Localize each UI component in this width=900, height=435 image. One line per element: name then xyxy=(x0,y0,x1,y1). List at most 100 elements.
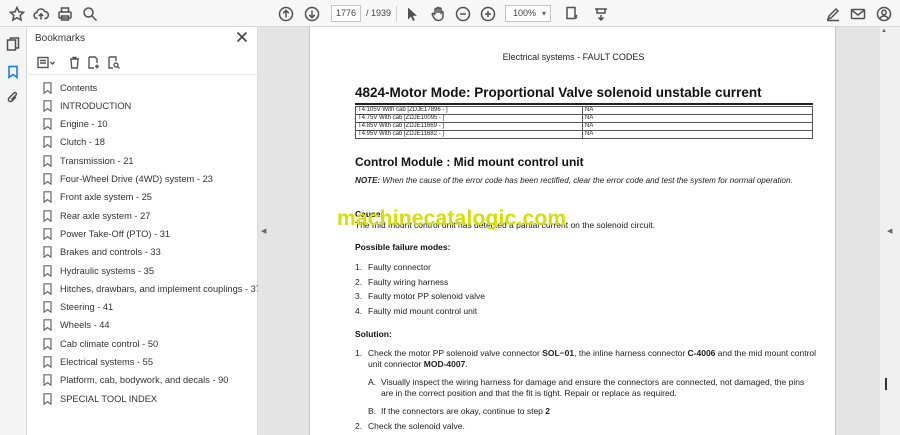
panel-splitter[interactable]: ◀ xyxy=(258,27,272,435)
bookmark-item[interactable]: Clutch - 18 xyxy=(43,134,105,151)
model-table: T4.105V With cab [ZDJE17896 - ] NA T4.75V… xyxy=(355,106,813,139)
page-fit-icon[interactable] xyxy=(562,4,582,23)
bookmark-label: INTRODUCTION xyxy=(60,100,132,111)
expand-right-icon[interactable]: ◀ xyxy=(887,227,892,235)
step-text: If the connectors are okay, continue to … xyxy=(381,406,818,417)
bookmark-label: Hydraulic systems - 35 xyxy=(60,265,155,276)
bookmark-icon xyxy=(43,118,52,131)
document-viewport[interactable]: Electrical systems - FAULT CODES 4824-Mo… xyxy=(272,27,880,435)
step-text: Check the solenoid valve. xyxy=(368,421,465,431)
bookmark-item[interactable]: Rear axle system - 27 xyxy=(43,207,150,224)
table-row: T4.105V With cab [ZDJE17896 - ] NA xyxy=(355,106,813,115)
table-row: T4.95V With cab [ZDJE11682 - ] NA xyxy=(355,130,813,139)
bookmark-item[interactable]: Electrical systems - 55 xyxy=(43,354,153,371)
bookmark-icon xyxy=(43,136,52,149)
note-label: NOTE: xyxy=(355,176,381,185)
bookmark-icon xyxy=(43,337,52,351)
model-cell: T4.105V With cab [ZDJE17896 - ] xyxy=(355,106,583,115)
bookmark-item[interactable]: Wheels - 44 xyxy=(43,317,110,334)
star-icon[interactable] xyxy=(7,4,27,23)
step-text: Check the motor PP solenoid valve connec… xyxy=(368,348,817,370)
bookmark-icon xyxy=(43,99,52,113)
bookmark-label: Steering - 41 xyxy=(60,302,114,313)
page-up-icon[interactable] xyxy=(276,4,296,23)
step-text-part: If the connectors are okay, continue to … xyxy=(381,406,546,416)
solution-substep: B. If the connectors are okay, continue … xyxy=(368,406,818,417)
title-rule xyxy=(355,103,813,105)
account-icon[interactable] xyxy=(874,4,894,23)
panel-title: Bookmarks xyxy=(35,33,86,44)
document-page: Electrical systems - FAULT CODES 4824-Mo… xyxy=(309,27,836,435)
bookmark-item[interactable]: INTRODUCTION xyxy=(43,97,131,114)
bookmark-label: Electrical systems - 55 xyxy=(60,357,153,367)
toolbar-divider xyxy=(396,6,397,21)
bookmark-label: Wheels - 44 xyxy=(60,320,110,331)
bookmark-label: Power Take-Off (PTO) - 31 xyxy=(60,228,171,239)
zoom-in-icon[interactable] xyxy=(478,4,498,23)
watermark: machinecatalogic.com xyxy=(337,207,567,230)
value-cell: NA xyxy=(582,122,813,131)
zoom-search-icon[interactable] xyxy=(80,4,100,23)
solution-substep: A. Visually inspect the wiring harness f… xyxy=(368,377,818,399)
bookmark-icon xyxy=(43,81,52,94)
select-cursor-icon[interactable] xyxy=(402,4,422,23)
left-rail xyxy=(0,27,27,435)
bookmark-item[interactable]: Transmission - 21 xyxy=(43,152,134,169)
step-number: 2. xyxy=(355,421,363,431)
step-text: Visually inspect the wiring harness for … xyxy=(381,377,805,398)
bookmark-icon[interactable] xyxy=(4,63,22,81)
connector-id: SOL−01 xyxy=(542,348,575,358)
zoom-out-icon[interactable] xyxy=(453,4,473,23)
bookmark-label: Contents xyxy=(60,82,98,93)
page-number-input[interactable]: 1776 xyxy=(331,5,361,22)
panel-divider xyxy=(27,74,258,75)
list-item: 2. Faulty wiring harness xyxy=(355,277,448,287)
hand-icon[interactable] xyxy=(428,4,448,23)
find-bookmark-icon[interactable] xyxy=(105,54,121,70)
list-text: Faulty wiring harness xyxy=(368,277,449,287)
bookmark-icon xyxy=(43,282,52,296)
options-menu-icon[interactable] xyxy=(35,54,59,70)
bookmark-item[interactable]: Steering - 41 xyxy=(43,299,113,316)
value-cell: NA xyxy=(582,114,813,123)
bookmark-item[interactable]: Brakes and controls - 33 xyxy=(43,244,161,261)
bookmark-item[interactable]: Contents xyxy=(43,79,97,96)
zoom-select[interactable]: 100% ▾ xyxy=(505,5,551,22)
scroll-up-icon[interactable]: ▲ xyxy=(881,28,887,34)
delete-icon[interactable] xyxy=(66,54,82,70)
new-bookmark-icon[interactable] xyxy=(85,54,101,70)
bookmark-icon xyxy=(43,191,52,204)
collapse-left-icon[interactable]: ◀ xyxy=(261,227,266,235)
solution-step: 1. Check the motor PP solenoid valve con… xyxy=(355,348,817,370)
cloud-upload-icon[interactable] xyxy=(31,4,51,23)
bookmark-item[interactable]: Platform, cab, bodywork, and decals - 90 xyxy=(43,372,228,389)
bookmark-item[interactable]: Hitches, drawbars, and implement couplin… xyxy=(43,280,261,297)
sign-icon[interactable] xyxy=(823,4,843,23)
page-down-icon[interactable] xyxy=(302,4,322,23)
toolbar: 1776 / 1939 100% ▾ xyxy=(0,0,900,27)
bookmark-item[interactable]: Power Take-Off (PTO) - 31 xyxy=(43,225,170,242)
list-number: 2. xyxy=(355,277,363,287)
close-icon[interactable] xyxy=(236,31,250,45)
bookmark-item[interactable]: Engine - 10 xyxy=(43,116,108,133)
bookmark-label: Four-Wheel Drive (4WD) system - 23 xyxy=(60,174,213,184)
bookmark-label: Hitches, drawbars, and implement couplin… xyxy=(60,283,262,294)
print-icon[interactable] xyxy=(55,4,75,23)
bookmark-label: Cab climate control - 50 xyxy=(60,338,159,349)
bookmark-item[interactable]: SPECIAL TOOL INDEX xyxy=(43,390,157,407)
bookmark-item[interactable]: Four-Wheel Drive (4WD) system - 23 xyxy=(43,171,213,188)
scroll-mode-icon[interactable] xyxy=(591,4,611,23)
attachment-icon[interactable] xyxy=(4,89,22,107)
step-text-part: Check the motor PP solenoid valve connec… xyxy=(368,348,543,358)
note-text: When the cause of the error code has bee… xyxy=(380,176,793,185)
bookmark-item[interactable]: Cab climate control - 50 xyxy=(43,335,158,352)
value-cell: NA xyxy=(582,130,813,139)
bookmark-item[interactable]: Front axle system - 25 xyxy=(43,189,152,206)
mail-icon[interactable] xyxy=(848,4,868,23)
bookmark-icon xyxy=(43,246,52,259)
scrollbar-thumb[interactable] xyxy=(885,378,887,390)
bookmark-item[interactable]: Hydraulic systems - 35 xyxy=(43,262,154,279)
pages-icon[interactable] xyxy=(4,35,22,53)
bookmarks-panel: Bookmarks Contents INTRODUCTION Engine -… xyxy=(27,27,261,435)
bookmark-icon xyxy=(43,228,52,241)
